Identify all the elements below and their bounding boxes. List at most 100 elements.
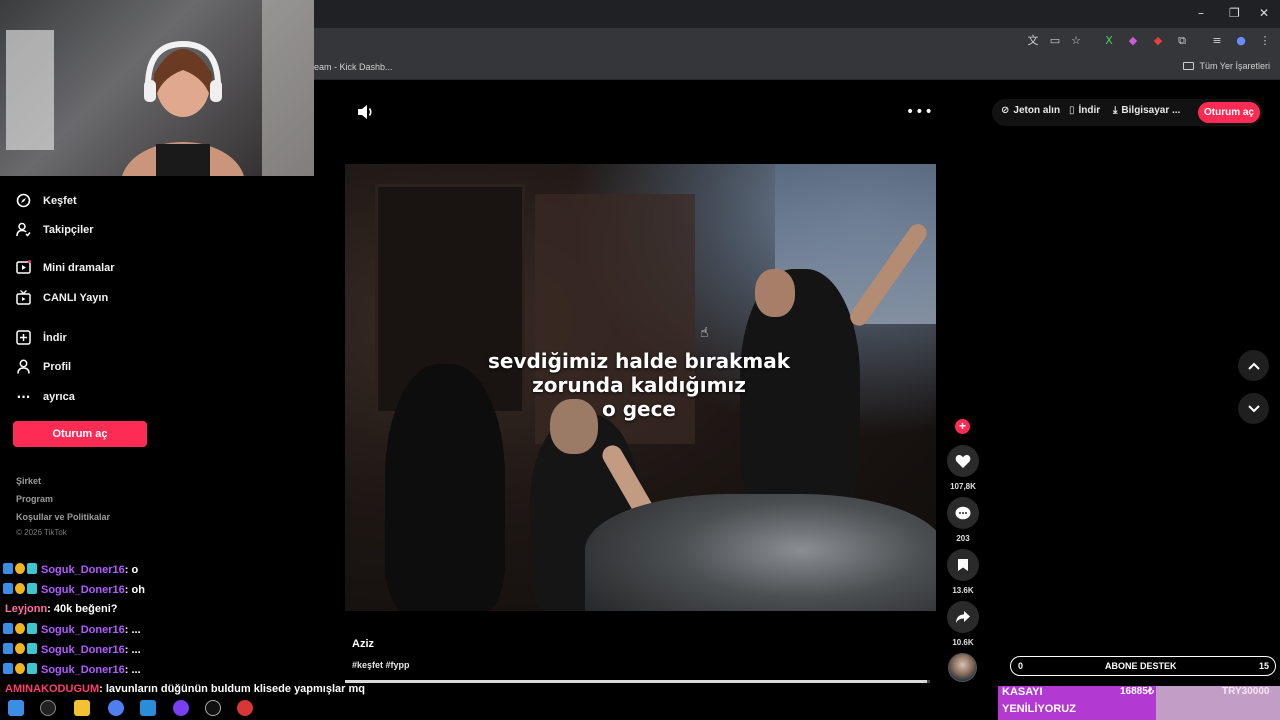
share-button[interactable] bbox=[947, 601, 979, 633]
save-count: 13.6K bbox=[952, 586, 974, 595]
download-arrow-icon: ⤓ bbox=[1113, 105, 1118, 116]
extensions-icon[interactable]: ⧉ bbox=[1174, 33, 1190, 49]
bookmark-icon bbox=[958, 559, 968, 571]
sidebar-item-download[interactable]: İndir bbox=[16, 330, 67, 345]
taskbar-app3-icon[interactable] bbox=[237, 700, 253, 716]
sidebar-item-following[interactable]: Takipçiler bbox=[16, 222, 94, 237]
goal-target: 15 bbox=[1258, 661, 1269, 671]
sidebar-item-live[interactable]: CANLI Yayın bbox=[16, 290, 108, 305]
all-bookmarks-label: Tüm Yer İşaretleri bbox=[1199, 61, 1270, 71]
download-app-button[interactable]: ▯ İndir bbox=[1069, 105, 1100, 116]
extension-red-icon[interactable]: ◆ bbox=[1150, 33, 1166, 49]
header-login-button[interactable]: Oturum aç bbox=[1198, 102, 1260, 123]
chat-line: Soguk_Doner16: ... bbox=[3, 663, 141, 676]
volume-icon[interactable] bbox=[357, 104, 375, 120]
more-options-icon[interactable]: ••• bbox=[906, 104, 934, 120]
taskbar-search-icon[interactable] bbox=[40, 700, 56, 716]
chat-message: : ... bbox=[124, 624, 141, 636]
footer-link-company[interactable]: Şirket bbox=[16, 476, 41, 486]
comment-icon bbox=[955, 506, 971, 519]
minimize-icon[interactable]: – bbox=[1198, 6, 1204, 20]
media-control-icon[interactable]: ≡ bbox=[1209, 33, 1225, 49]
chat-line: Soguk_Doner16: ... bbox=[3, 623, 141, 636]
taskbar-app-icon[interactable] bbox=[8, 700, 24, 716]
chat-message: : ... bbox=[124, 664, 141, 676]
sidebar-item-label: İndir bbox=[43, 331, 67, 344]
donation-amount: 16885₺ bbox=[1120, 686, 1155, 697]
taskbar-folder-icon[interactable] bbox=[74, 700, 90, 716]
taskbar-obs-icon[interactable] bbox=[205, 700, 221, 716]
sidebar-item-label: ayrıca bbox=[43, 390, 75, 403]
copyright: © 2026 TikTok bbox=[16, 528, 67, 537]
get-coins-button[interactable]: ⊘ Jeton alın bbox=[1001, 105, 1060, 116]
webcam-door bbox=[262, 0, 314, 176]
extension-x-icon[interactable]: X bbox=[1101, 33, 1117, 49]
sidebar-item-more[interactable]: ··· ayrıca bbox=[16, 389, 75, 404]
sidebar-item-explore[interactable]: Keşfet bbox=[16, 193, 77, 208]
video-author[interactable]: Aziz bbox=[352, 638, 374, 650]
taskbar-discord-icon[interactable] bbox=[173, 700, 189, 716]
folder-icon bbox=[1183, 62, 1195, 70]
sidebar-item-profile[interactable]: Profil bbox=[16, 359, 71, 374]
chat-message: : 40k beğeni? bbox=[47, 603, 118, 615]
taskbar-browser-icon[interactable] bbox=[108, 700, 124, 716]
phone-icon: ▯ bbox=[1069, 105, 1075, 116]
bookmark-kick-dashboard[interactable]: eam - Kick Dashb... bbox=[314, 62, 393, 72]
desktop-app-button[interactable]: ⤓ Bilgisayar ... bbox=[1113, 105, 1180, 116]
chat-message: : o bbox=[124, 564, 139, 576]
chat-badges bbox=[3, 643, 37, 654]
sidebar-item-mini-dramas[interactable]: Mini dramalar bbox=[16, 260, 115, 275]
caption-line: zorunda kaldığımız bbox=[532, 373, 746, 397]
video-progress-bar[interactable] bbox=[345, 680, 930, 683]
sidebar-login-button[interactable]: Oturum aç bbox=[13, 421, 147, 447]
chevron-down-icon bbox=[1247, 404, 1260, 412]
save-button[interactable] bbox=[947, 549, 979, 581]
caption-line: o gece bbox=[601, 397, 676, 421]
chat-line: Leyjonn: 40k beğeni? bbox=[5, 603, 117, 615]
star-icon[interactable]: ☆ bbox=[1068, 33, 1084, 49]
share-icon bbox=[956, 611, 970, 623]
subscriber-goal-bar: 0 ABONE DESTEK 15 bbox=[1010, 656, 1276, 676]
compass-icon bbox=[16, 193, 31, 208]
follow-plus-button[interactable]: + bbox=[955, 419, 970, 434]
comment-count: 203 bbox=[956, 534, 970, 543]
footer-link-program[interactable]: Program bbox=[16, 494, 53, 504]
video-table bbox=[585, 494, 936, 611]
all-bookmarks[interactable]: Tüm Yer İşaretleri bbox=[1183, 61, 1270, 71]
profile-icon bbox=[16, 359, 31, 374]
chat-username: Soguk_Doner16 bbox=[41, 584, 125, 596]
like-button[interactable] bbox=[947, 445, 979, 477]
chat-username: AMINAKODUGUM bbox=[5, 683, 100, 695]
profile-avatar-icon[interactable]: ● bbox=[1233, 33, 1249, 49]
extension-purple-icon[interactable]: ◆ bbox=[1125, 33, 1141, 49]
video-caption: sevdiğimiz halde bırakmak zorunda kaldığ… bbox=[470, 349, 808, 421]
like-count: 107,8K bbox=[950, 482, 976, 491]
chevron-up-icon bbox=[1247, 362, 1260, 370]
previous-video-button[interactable] bbox=[1238, 350, 1269, 381]
translate-icon[interactable]: 文 bbox=[1025, 33, 1041, 49]
sidebar-item-label: CANLI Yayın bbox=[43, 291, 109, 304]
footer-link-terms[interactable]: Koşullar ve Politikalar bbox=[16, 512, 110, 522]
video-progress-fill bbox=[345, 680, 928, 683]
chat-line: Soguk_Doner16: ... bbox=[3, 643, 141, 656]
taskbar-app2-icon[interactable] bbox=[140, 700, 156, 716]
chat-line: AMINAKODUGUM: lavunların düğünün buldum … bbox=[5, 683, 365, 695]
chat-badges bbox=[3, 583, 37, 594]
chat-badges bbox=[3, 663, 37, 674]
heart-icon bbox=[955, 454, 971, 468]
restore-icon[interactable]: ❐ bbox=[1229, 6, 1240, 20]
close-icon[interactable]: ✕ bbox=[1259, 6, 1269, 20]
video-hashtags[interactable]: #keşfet #fypp bbox=[352, 660, 410, 670]
menu-icon[interactable]: ⋮ bbox=[1257, 33, 1273, 49]
screen: – ❐ ✕ 文 ▭ ☆ X ◆ ◆ ⧉ ≡ ● ⋮ eam - Kick Das… bbox=[0, 0, 1280, 720]
webcam-shelf bbox=[6, 30, 54, 150]
donation-goal-line1: KASAYI bbox=[1002, 686, 1043, 698]
cast-icon[interactable]: ▭ bbox=[1047, 33, 1063, 49]
next-video-button[interactable] bbox=[1238, 393, 1269, 424]
chat-username: Soguk_Doner16 bbox=[41, 664, 125, 676]
comment-button[interactable] bbox=[947, 497, 979, 529]
goal-current: 0 bbox=[1018, 661, 1024, 671]
donation-goal-line2: YENİLİYORUZ bbox=[1002, 703, 1076, 715]
caption-line: sevdiğimiz halde bırakmak bbox=[487, 349, 791, 373]
author-avatar[interactable] bbox=[948, 653, 977, 682]
